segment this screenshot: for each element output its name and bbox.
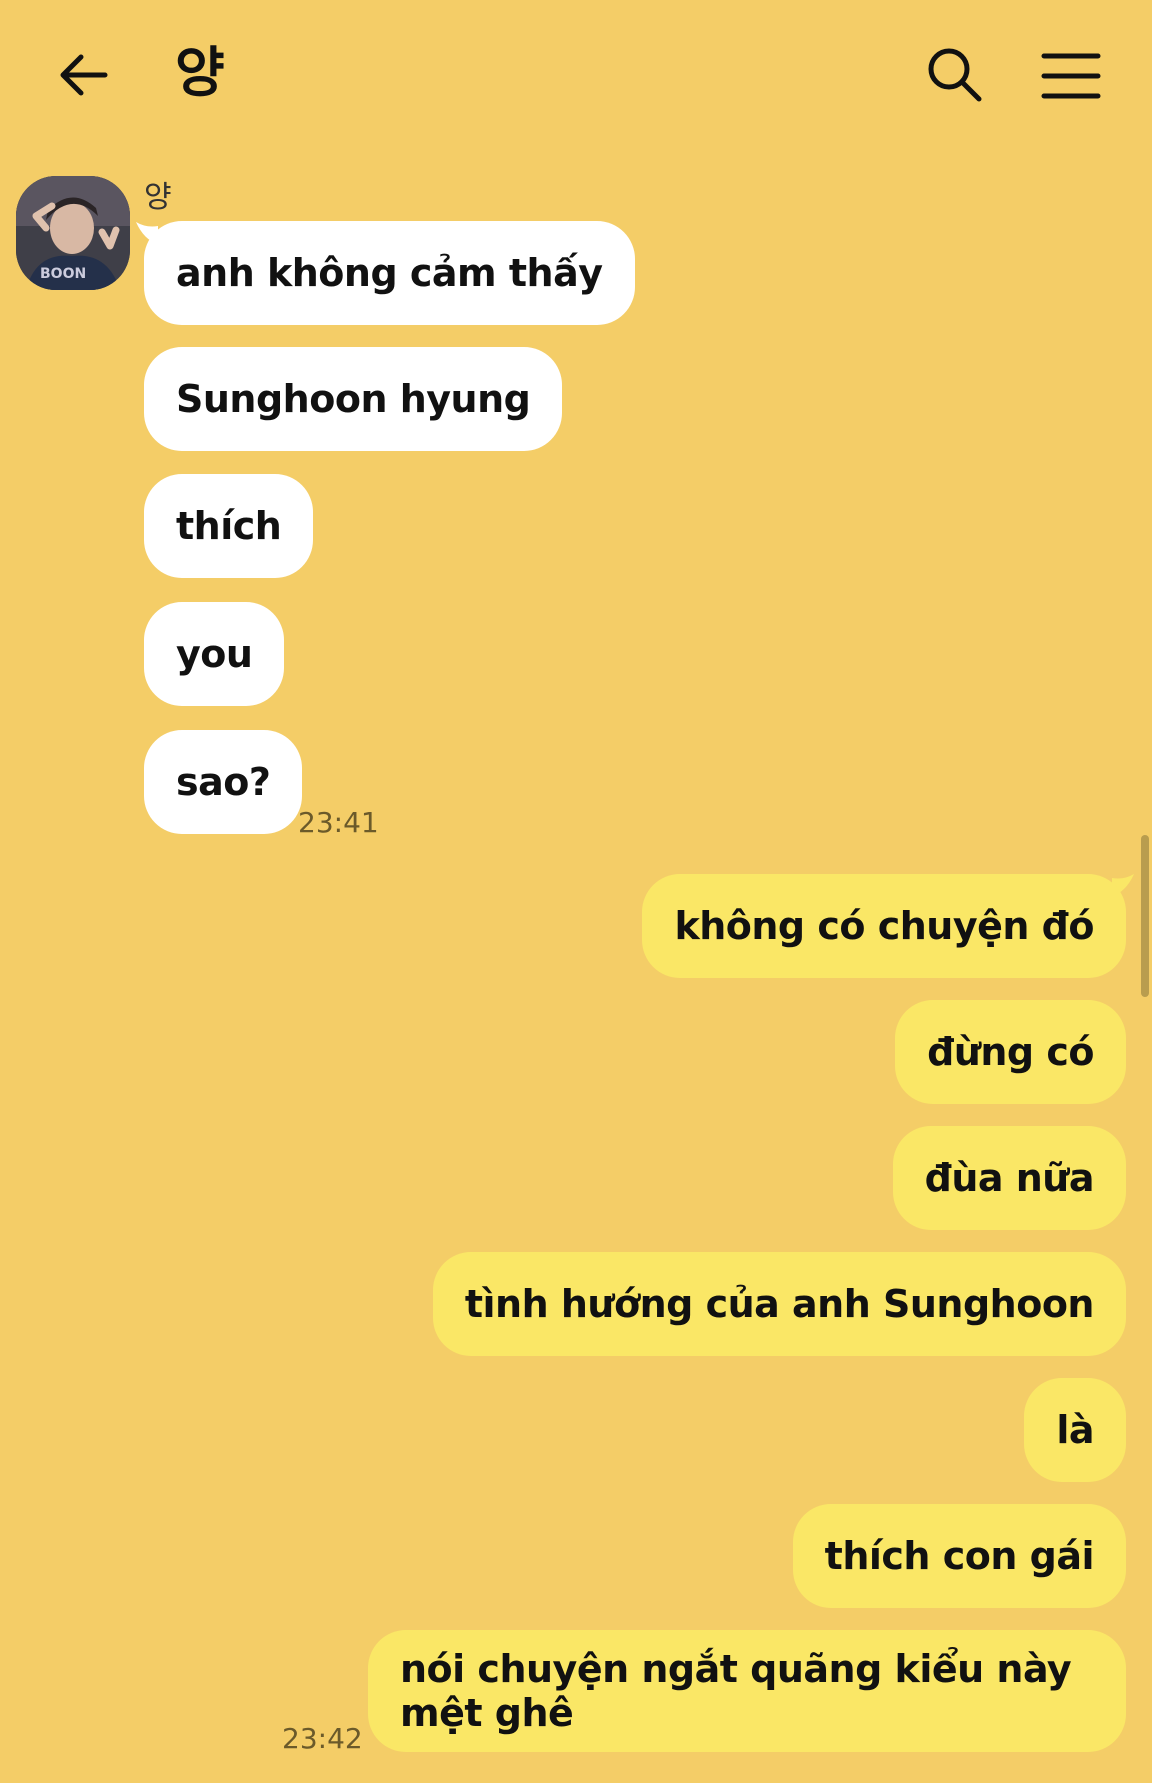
outgoing-message[interactable]: đùa nữa bbox=[892, 1126, 1126, 1230]
outgoing-message[interactable]: nói chuyện ngắt quãng kiểu này mệt ghê bbox=[368, 1630, 1126, 1752]
chat-title: 양 bbox=[175, 41, 225, 104]
incoming-timestamp: 23:41 bbox=[298, 806, 379, 839]
outgoing-message[interactable]: là bbox=[1024, 1378, 1126, 1482]
outgoing-message[interactable]: thích con gái bbox=[792, 1504, 1126, 1608]
incoming-message[interactable]: Sunghoon hyung bbox=[144, 347, 563, 451]
outgoing-message[interactable]: đừng có bbox=[895, 1000, 1126, 1104]
hamburger-menu-icon bbox=[1041, 53, 1101, 99]
search-button[interactable] bbox=[925, 45, 985, 105]
search-icon bbox=[928, 48, 982, 102]
chat-header: 양 bbox=[0, 0, 1152, 150]
outgoing-message[interactable]: không có chuyện đó bbox=[642, 874, 1126, 978]
avatar[interactable]: BOON bbox=[16, 176, 130, 290]
arrow-left-icon bbox=[60, 54, 108, 96]
menu-button[interactable] bbox=[1040, 50, 1102, 102]
outgoing-timestamp: 23:42 bbox=[282, 1722, 363, 1755]
svg-text:BOON: BOON bbox=[40, 266, 86, 282]
back-button[interactable] bbox=[55, 45, 115, 105]
scrollbar[interactable] bbox=[1141, 835, 1149, 997]
avatar-photo: BOON bbox=[16, 176, 130, 290]
incoming-message[interactable]: anh không cảm thấy bbox=[144, 221, 635, 325]
incoming-message[interactable]: sao? bbox=[144, 730, 303, 834]
incoming-message[interactable]: you bbox=[144, 602, 285, 706]
sender-name: 양 bbox=[144, 180, 172, 215]
incoming-message[interactable]: thích bbox=[144, 474, 314, 578]
outgoing-message[interactable]: tình hướng của anh Sunghoon bbox=[432, 1252, 1126, 1356]
